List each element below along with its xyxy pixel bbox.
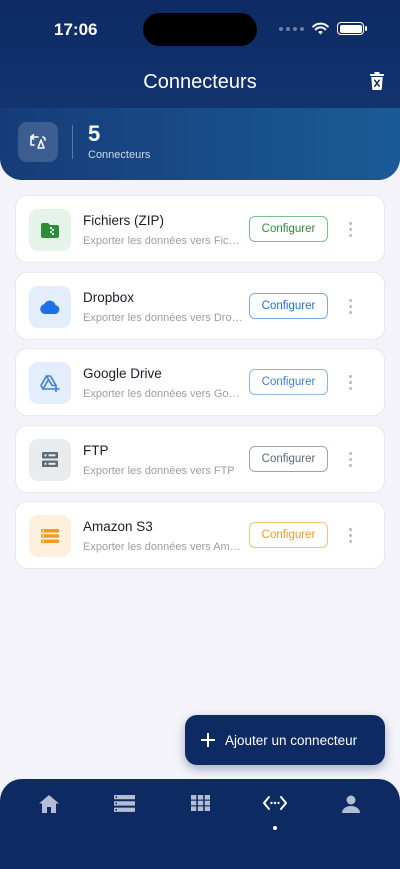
nav-home[interactable]: [29, 795, 69, 835]
list-icon: [113, 795, 135, 812]
configure-button[interactable]: Configurer: [249, 292, 328, 319]
connector-swap-icon: [18, 122, 58, 162]
configure-button[interactable]: Configurer: [249, 445, 328, 472]
connector-description: Exporter les données vers Google Drive: [83, 388, 245, 400]
code-arrows-icon: [263, 796, 287, 810]
add-connector-button[interactable]: Ajouter un connecteur: [185, 715, 385, 765]
active-indicator: [273, 826, 277, 830]
more-options-icon[interactable]: [345, 375, 355, 391]
nav-grid[interactable]: [180, 795, 220, 835]
connector-count-label: Connecteurs: [88, 149, 151, 161]
nav-list[interactable]: [104, 795, 144, 835]
configure-button[interactable]: Configurer: [249, 369, 328, 395]
more-options-icon[interactable]: [345, 222, 355, 238]
connector-description: Exporter les données vers Fichiers (ZIP): [83, 235, 245, 247]
configure-button[interactable]: Configurer: [249, 522, 328, 548]
page-title: Connecteurs: [143, 71, 257, 93]
more-options-icon[interactable]: [345, 528, 355, 544]
connector-description: Exporter les données vers Amazon S3: [83, 541, 245, 553]
connector-title: Dropbox: [83, 289, 135, 305]
connector-title: Amazon S3: [83, 519, 153, 534]
connector-list: Fichiers (ZIP) Exporter les données vers…: [15, 195, 385, 578]
header: 17:06 Connecteurs 5 Connecteurs: [0, 0, 400, 180]
wifi-icon: [312, 22, 329, 35]
more-options-icon[interactable]: [345, 298, 355, 315]
connector-card-google-drive[interactable]: Google Drive Exporter les données vers G…: [15, 348, 385, 416]
trash-icon[interactable]: [370, 72, 384, 90]
more-options-icon[interactable]: [345, 451, 355, 468]
connector-count: 5: [88, 121, 101, 146]
dynamic-island: [143, 13, 257, 46]
nav-profile[interactable]: [331, 795, 371, 835]
connector-title: Google Drive: [83, 366, 162, 381]
connector-description: Exporter les données vers Dropbox: [83, 311, 245, 324]
connector-card-amazon-s3[interactable]: Amazon S3 Exporter les données vers Amaz…: [15, 501, 385, 569]
cloud-icon: [29, 285, 71, 328]
connector-title: FTP: [83, 442, 109, 458]
signal-icon: [279, 26, 304, 31]
storage-list-icon: [29, 515, 71, 557]
connector-card-ftp[interactable]: FTP Exporter les données vers FTP Config…: [15, 424, 385, 493]
plus-icon: [201, 733, 215, 747]
google-drive-icon: [29, 362, 71, 404]
divider: [72, 125, 73, 159]
zip-folder-icon: [29, 209, 71, 251]
configure-button[interactable]: Configurer: [249, 216, 328, 242]
connector-title: Fichiers (ZIP): [83, 213, 164, 228]
battery-icon: [337, 22, 367, 35]
bottom-nav: [0, 779, 400, 869]
server-icon: [29, 438, 71, 481]
stats-summary: 5 Connecteurs: [0, 108, 400, 180]
user-icon: [342, 795, 360, 813]
connector-card-dropbox[interactable]: Dropbox Exporter les données vers Dropbo…: [15, 271, 385, 340]
add-connector-label: Ajouter un connecteur: [225, 732, 358, 748]
status-indicators: [279, 22, 367, 35]
connector-description: Exporter les données vers FTP: [83, 464, 235, 477]
grid-icon: [190, 795, 210, 811]
home-icon: [39, 795, 59, 813]
connector-card-zip[interactable]: Fichiers (ZIP) Exporter les données vers…: [15, 195, 385, 263]
status-time: 17:06: [54, 20, 98, 39]
